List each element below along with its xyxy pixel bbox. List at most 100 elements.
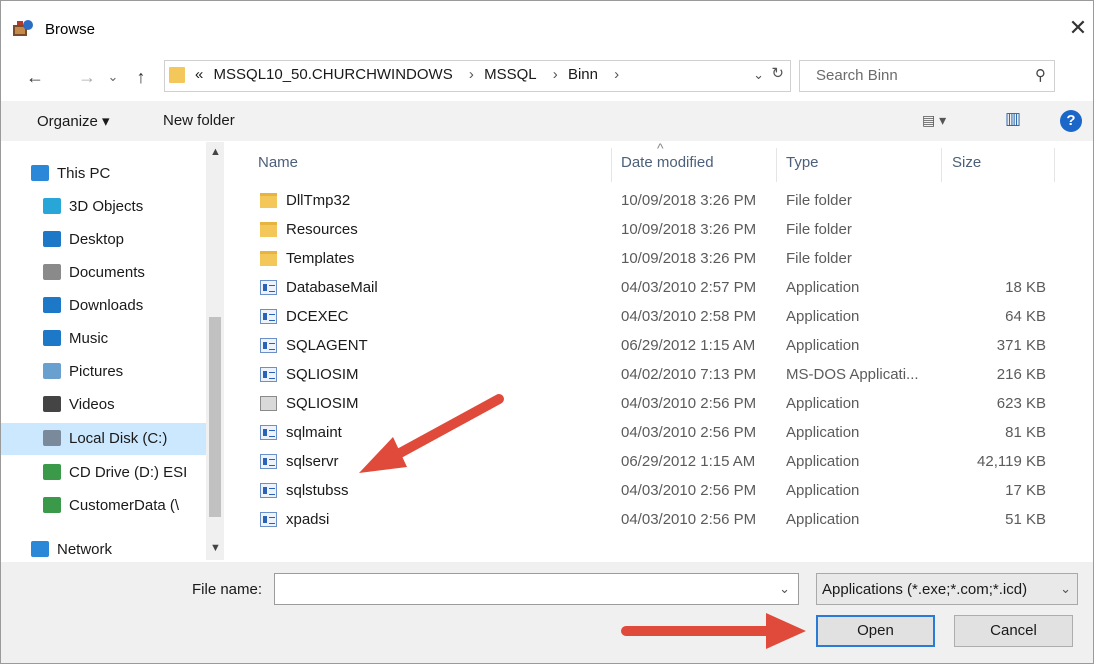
- file-name: DCEXEC: [286, 308, 349, 325]
- file-type: Application: [786, 482, 860, 499]
- file-size: 623 KB: [996, 395, 1046, 412]
- refresh-icon[interactable]: ↻: [771, 64, 784, 82]
- file-row[interactable]: DllTmp32 10/09/2018 3:26 PM File folder: [234, 187, 1054, 216]
- sidebar-item-label: Local Disk (C:): [69, 430, 168, 447]
- cancel-button[interactable]: Cancel: [954, 615, 1073, 647]
- breadcrumb-overflow[interactable]: «: [195, 66, 203, 83]
- file-name: SQLAGENT: [286, 337, 368, 354]
- column-header-type[interactable]: Type: [786, 154, 819, 171]
- sidebar-item[interactable]: Music: [1, 323, 206, 355]
- file-date: 06/29/2012 1:15 AM: [621, 337, 756, 354]
- search-box[interactable]: Search Binn ⚲: [799, 60, 1055, 92]
- column-header-size[interactable]: Size: [952, 154, 981, 171]
- file-date: 04/03/2010 2:56 PM: [621, 424, 757, 441]
- file-type-filter[interactable]: Applications (*.exe;*.com;*.icd) ⌄: [816, 573, 1078, 605]
- application-icon: [260, 338, 277, 353]
- breadcrumb-item[interactable]: MSSQL: [484, 66, 537, 83]
- file-name: sqlservr: [286, 453, 339, 470]
- column-divider[interactable]: [1054, 148, 1055, 182]
- file-date: 04/03/2010 2:57 PM: [621, 279, 757, 296]
- sidebar-item[interactable]: Downloads: [1, 290, 206, 322]
- file-date: 04/03/2010 2:56 PM: [621, 395, 757, 412]
- file-name-field[interactable]: ⌄: [274, 573, 799, 605]
- annotation-arrow-icon: [359, 394, 504, 473]
- setup-file-icon: [260, 396, 277, 411]
- file-row[interactable]: Resources 10/09/2018 3:26 PM File folder: [234, 216, 1054, 245]
- sidebar-item[interactable]: CustomerData (\: [1, 490, 206, 522]
- breadcrumb-separator[interactable]: ›: [553, 66, 558, 83]
- sidebar-item[interactable]: This PC: [1, 158, 206, 190]
- music-icon: [43, 330, 61, 346]
- file-row[interactable]: DatabaseMail 04/03/2010 2:57 PM Applicatio…: [234, 274, 1054, 303]
- organize-button[interactable]: Organize ▾: [37, 112, 110, 130]
- annotation-arrow-icon: [621, 613, 806, 649]
- file-size: 42,119 KB: [977, 453, 1046, 470]
- file-size: 81 KB: [1005, 424, 1046, 441]
- browse-dialog: Browse ✕ ← → ⌄ ↑ « MSSQL10_50.CHURCHWIND…: [0, 0, 1094, 664]
- sidebar-item[interactable]: Local Disk (C:): [1, 423, 206, 455]
- preview-pane-icon[interactable]: ▥: [1005, 109, 1021, 129]
- chevron-down-icon[interactable]: ⌄: [779, 581, 790, 597]
- pc-icon: [31, 165, 49, 181]
- column-divider[interactable]: [941, 148, 942, 182]
- sidebar-item-label: Downloads: [69, 297, 144, 314]
- file-row[interactable]: Templates 10/09/2018 3:26 PM File folder: [234, 245, 1054, 274]
- sidebar-item-label: CD Drive (D:) ESI: [69, 464, 188, 481]
- sidebar-item[interactable]: Desktop: [1, 224, 206, 256]
- help-icon[interactable]: ?: [1060, 110, 1082, 132]
- open-button[interactable]: Open: [816, 615, 935, 647]
- nav-scrollbar[interactable]: ▲ ▼: [206, 142, 224, 560]
- sidebar-item[interactable]: Documents: [1, 257, 206, 289]
- application-icon: [260, 512, 277, 527]
- file-type-filter-label[interactable]: Applications (*.exe;*.com;*.icd): [822, 581, 1027, 598]
- search-icon[interactable]: ⚲: [1035, 66, 1046, 84]
- breadcrumb-item[interactable]: MSSQL10_50.CHURCHWINDOWS: [214, 66, 453, 83]
- column-header-name[interactable]: Name: [258, 154, 298, 171]
- column-divider[interactable]: [611, 148, 612, 182]
- disk-icon: [43, 430, 61, 446]
- breadcrumb-separator[interactable]: ›: [469, 66, 474, 83]
- column-header-date[interactable]: Date modified: [621, 154, 714, 171]
- file-type: Application: [786, 395, 860, 412]
- breadcrumb-item[interactable]: Binn: [568, 66, 598, 83]
- up-arrow-icon[interactable]: ↑: [129, 63, 153, 91]
- sidebar-item[interactable]: Pictures: [1, 356, 206, 388]
- back-arrow-icon[interactable]: ←: [23, 63, 47, 91]
- file-name: Resources: [286, 221, 358, 238]
- scroll-up-icon[interactable]: ▲: [210, 146, 221, 158]
- download-icon: [43, 297, 61, 313]
- file-type: Application: [786, 308, 860, 325]
- sidebar-item[interactable]: Videos: [1, 389, 206, 421]
- sidebar-item-label: Videos: [69, 396, 115, 413]
- new-folder-button[interactable]: New folder: [163, 112, 235, 129]
- column-divider[interactable]: [776, 148, 777, 182]
- search-input[interactable]: Search Binn: [816, 67, 898, 84]
- scroll-down-icon[interactable]: ▼: [210, 542, 221, 554]
- sidebar-item[interactable]: Network: [1, 534, 206, 562]
- breadcrumb: « MSSQL10_50.CHURCHWINDOWS › MSSQL › Bin…: [195, 66, 625, 83]
- file-row[interactable]: SQLAGENT 06/29/2012 1:15 AM Application 371…: [234, 332, 1054, 361]
- chevron-down-icon[interactable]: ⌄: [1060, 581, 1071, 597]
- scrollbar-thumb[interactable]: [209, 317, 221, 517]
- application-icon: [260, 367, 277, 382]
- cube-icon: [43, 198, 61, 214]
- address-bar[interactable]: « MSSQL10_50.CHURCHWINDOWS › MSSQL › Bin…: [164, 60, 791, 92]
- file-row[interactable]: DCEXEC 04/03/2010 2:58 PM Application 64 KB: [234, 303, 1054, 332]
- sidebar-item-label: Documents: [69, 264, 145, 281]
- sidebar-item-label: Music: [69, 330, 109, 347]
- column-headers: ^ Name Date modified Type Size: [234, 140, 1055, 182]
- cd-drive-icon: [43, 464, 61, 480]
- forward-arrow-icon[interactable]: →: [75, 63, 99, 91]
- sidebar-item[interactable]: CD Drive (D:) ESI: [1, 457, 206, 489]
- breadcrumb-separator[interactable]: ›: [614, 66, 619, 83]
- address-dropdown-icon[interactable]: ⌄: [753, 67, 764, 83]
- close-button[interactable]: ✕: [1063, 13, 1093, 43]
- file-type: Application: [786, 511, 860, 528]
- view-options-icon[interactable]: ▤ ▾: [922, 112, 946, 129]
- file-name: sqlstubss: [286, 482, 349, 499]
- file-row[interactable]: xpadsi 04/03/2010 2:56 PM Application 51 KB: [234, 506, 1054, 535]
- file-name-label: File name:: [192, 581, 263, 598]
- sidebar-item-label: CustomerData (\: [69, 497, 180, 514]
- recent-locations-icon[interactable]: ⌄: [105, 63, 121, 91]
- sidebar-item[interactable]: 3D Objects: [1, 191, 206, 223]
